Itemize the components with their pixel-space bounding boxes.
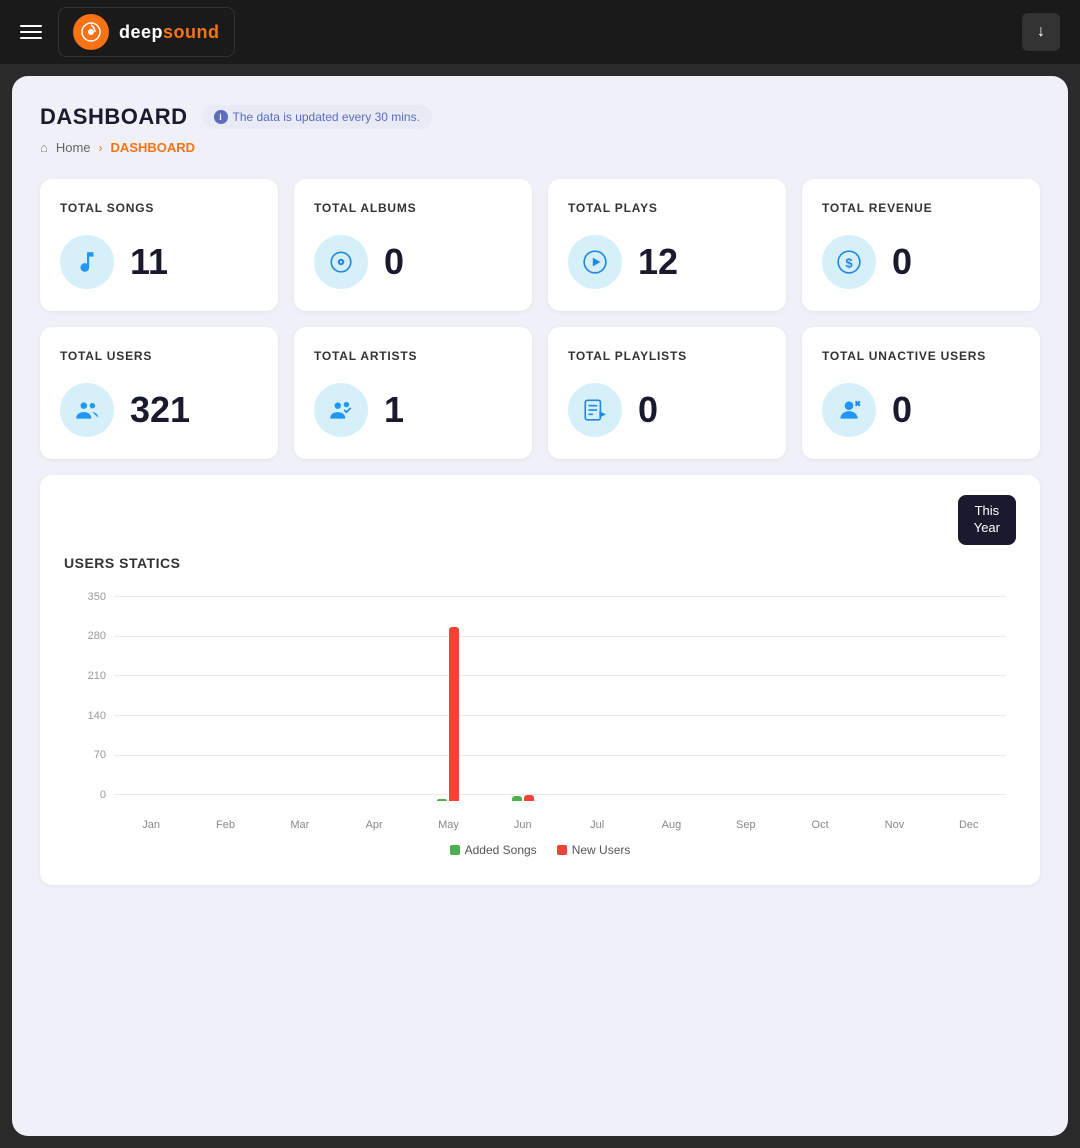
stat-label-total-users: TOTAL USERS <box>60 349 258 363</box>
chart-legend: Added Songs New Users <box>64 843 1016 857</box>
legend-new-users-label: New Users <box>572 843 631 857</box>
stat-label-total-artists: TOTAL ARTISTS <box>314 349 512 363</box>
logo-icon <box>73 14 109 50</box>
stat-value-total-plays: 12 <box>638 241 678 283</box>
stat-content-total-songs: 11 <box>60 235 258 289</box>
y-label: 70 <box>74 749 114 761</box>
x-label-jun: Jun <box>486 819 560 831</box>
stat-value-total-albums: 0 <box>384 241 404 283</box>
bar-new-users-may <box>449 627 459 801</box>
logo: deepsound <box>58 7 235 57</box>
stat-icon-total-users <box>60 383 114 437</box>
x-label-may: May <box>411 819 485 831</box>
stat-label-total-albums: TOTAL ALBUMS <box>314 201 512 215</box>
breadcrumb-home[interactable]: Home <box>56 140 91 155</box>
legend-dot-red <box>557 845 567 855</box>
stat-content-total-playlists: 0 <box>568 383 766 437</box>
app-header: deepsound ↓ <box>0 0 1080 64</box>
y-label: 210 <box>74 670 114 682</box>
bar-added-songs-may <box>437 799 447 801</box>
stat-card-total-albums: TOTAL ALBUMS 0 <box>294 179 532 311</box>
stat-value-total-unactive: 0 <box>892 389 912 431</box>
bar-group-may <box>411 627 485 801</box>
breadcrumb: ⌂ Home › DASHBOARD <box>40 140 1040 155</box>
bar-group-jun <box>486 795 560 801</box>
stat-card-total-songs: TOTAL SONGS 11 <box>40 179 278 311</box>
stat-icon-total-albums <box>314 235 368 289</box>
x-label-nov: Nov <box>857 819 931 831</box>
year-filter-button[interactable]: ThisYear <box>958 495 1016 545</box>
stats-row-2: TOTAL USERS 321 TOTAL ARTISTS 1 TOTAL PL… <box>40 327 1040 459</box>
legend-dot-green <box>450 845 460 855</box>
stat-content-total-revenue: $ 0 <box>822 235 1020 289</box>
stat-icon-total-unactive <box>822 383 876 437</box>
bar-added-songs-jun <box>512 796 522 801</box>
chart-title: USERS STATICS <box>64 555 1016 571</box>
home-icon: ⌂ <box>40 140 48 155</box>
stat-icon-total-songs <box>60 235 114 289</box>
info-badge-text: The data is updated every 30 mins. <box>233 110 420 124</box>
legend-added-songs: Added Songs <box>450 843 537 857</box>
logo-text: deepsound <box>119 22 220 43</box>
bar-new-users-jun <box>524 795 534 801</box>
stat-label-total-revenue: TOTAL REVENUE <box>822 201 1020 215</box>
x-label-feb: Feb <box>188 819 262 831</box>
stat-icon-total-plays <box>568 235 622 289</box>
stat-card-total-plays: TOTAL PLAYS 12 <box>548 179 786 311</box>
breadcrumb-current: DASHBOARD <box>111 140 196 155</box>
stat-label-total-plays: TOTAL PLAYS <box>568 201 766 215</box>
x-label-dec: Dec <box>932 819 1006 831</box>
stats-row-1: TOTAL SONGS 11 TOTAL ALBUMS 0 TOTAL PLAY… <box>40 179 1040 311</box>
legend-new-users: New Users <box>557 843 631 857</box>
info-badge: i The data is updated every 30 mins. <box>202 105 432 129</box>
page-title: DASHBOARD <box>40 104 188 130</box>
bars-container <box>114 591 1006 801</box>
y-label: 0 <box>74 789 114 801</box>
stat-value-total-playlists: 0 <box>638 389 658 431</box>
stat-card-total-playlists: TOTAL PLAYLISTS 0 <box>548 327 786 459</box>
stat-content-total-albums: 0 <box>314 235 512 289</box>
chart-container: ThisYear USERS STATICS 350 280 210 140 7… <box>40 475 1040 885</box>
legend-added-songs-label: Added Songs <box>465 843 537 857</box>
stat-card-total-unactive: TOTAL UNACTIVE USERS 0 <box>802 327 1040 459</box>
stat-label-total-unactive: TOTAL UNACTIVE USERS <box>822 349 1020 363</box>
stat-icon-total-playlists <box>568 383 622 437</box>
stat-content-total-users: 321 <box>60 383 258 437</box>
breadcrumb-separator: › <box>99 141 103 155</box>
stat-card-total-artists: TOTAL ARTISTS 1 <box>294 327 532 459</box>
stat-content-total-artists: 1 <box>314 383 512 437</box>
stat-label-total-songs: TOTAL SONGS <box>60 201 258 215</box>
y-label: 280 <box>74 630 114 642</box>
x-label-jan: Jan <box>114 819 188 831</box>
hamburger-menu[interactable] <box>20 25 42 39</box>
stat-value-total-songs: 11 <box>130 241 168 283</box>
stat-icon-total-revenue: $ <box>822 235 876 289</box>
stat-content-total-plays: 12 <box>568 235 766 289</box>
x-label-mar: Mar <box>263 819 337 831</box>
x-label-oct: Oct <box>783 819 857 831</box>
stat-value-total-revenue: 0 <box>892 241 912 283</box>
x-label-aug: Aug <box>634 819 708 831</box>
stat-label-total-playlists: TOTAL PLAYLISTS <box>568 349 766 363</box>
stat-card-total-users: TOTAL USERS 321 <box>40 327 278 459</box>
x-labels: JanFebMarAprMayJunJulAugSepOctNovDec <box>114 819 1006 831</box>
y-label: 140 <box>74 710 114 722</box>
stat-value-total-users: 321 <box>130 389 190 431</box>
x-label-sep: Sep <box>709 819 783 831</box>
y-label: 350 <box>74 591 114 603</box>
page-header: DASHBOARD i The data is updated every 30… <box>40 104 1040 130</box>
x-label-jul: Jul <box>560 819 634 831</box>
svg-text:$: $ <box>845 255 853 270</box>
stat-content-total-unactive: 0 <box>822 383 1020 437</box>
stat-card-total-revenue: TOTAL REVENUE $ 0 <box>802 179 1040 311</box>
stat-icon-total-artists <box>314 383 368 437</box>
download-button[interactable]: ↓ <box>1022 13 1060 51</box>
stat-value-total-artists: 1 <box>384 389 404 431</box>
chart-area: 350 280 210 140 70 0 JanFebMarAprMayJunJ… <box>74 591 1006 831</box>
info-icon: i <box>214 110 228 124</box>
main-content: DASHBOARD i The data is updated every 30… <box>12 76 1068 1136</box>
x-label-apr: Apr <box>337 819 411 831</box>
